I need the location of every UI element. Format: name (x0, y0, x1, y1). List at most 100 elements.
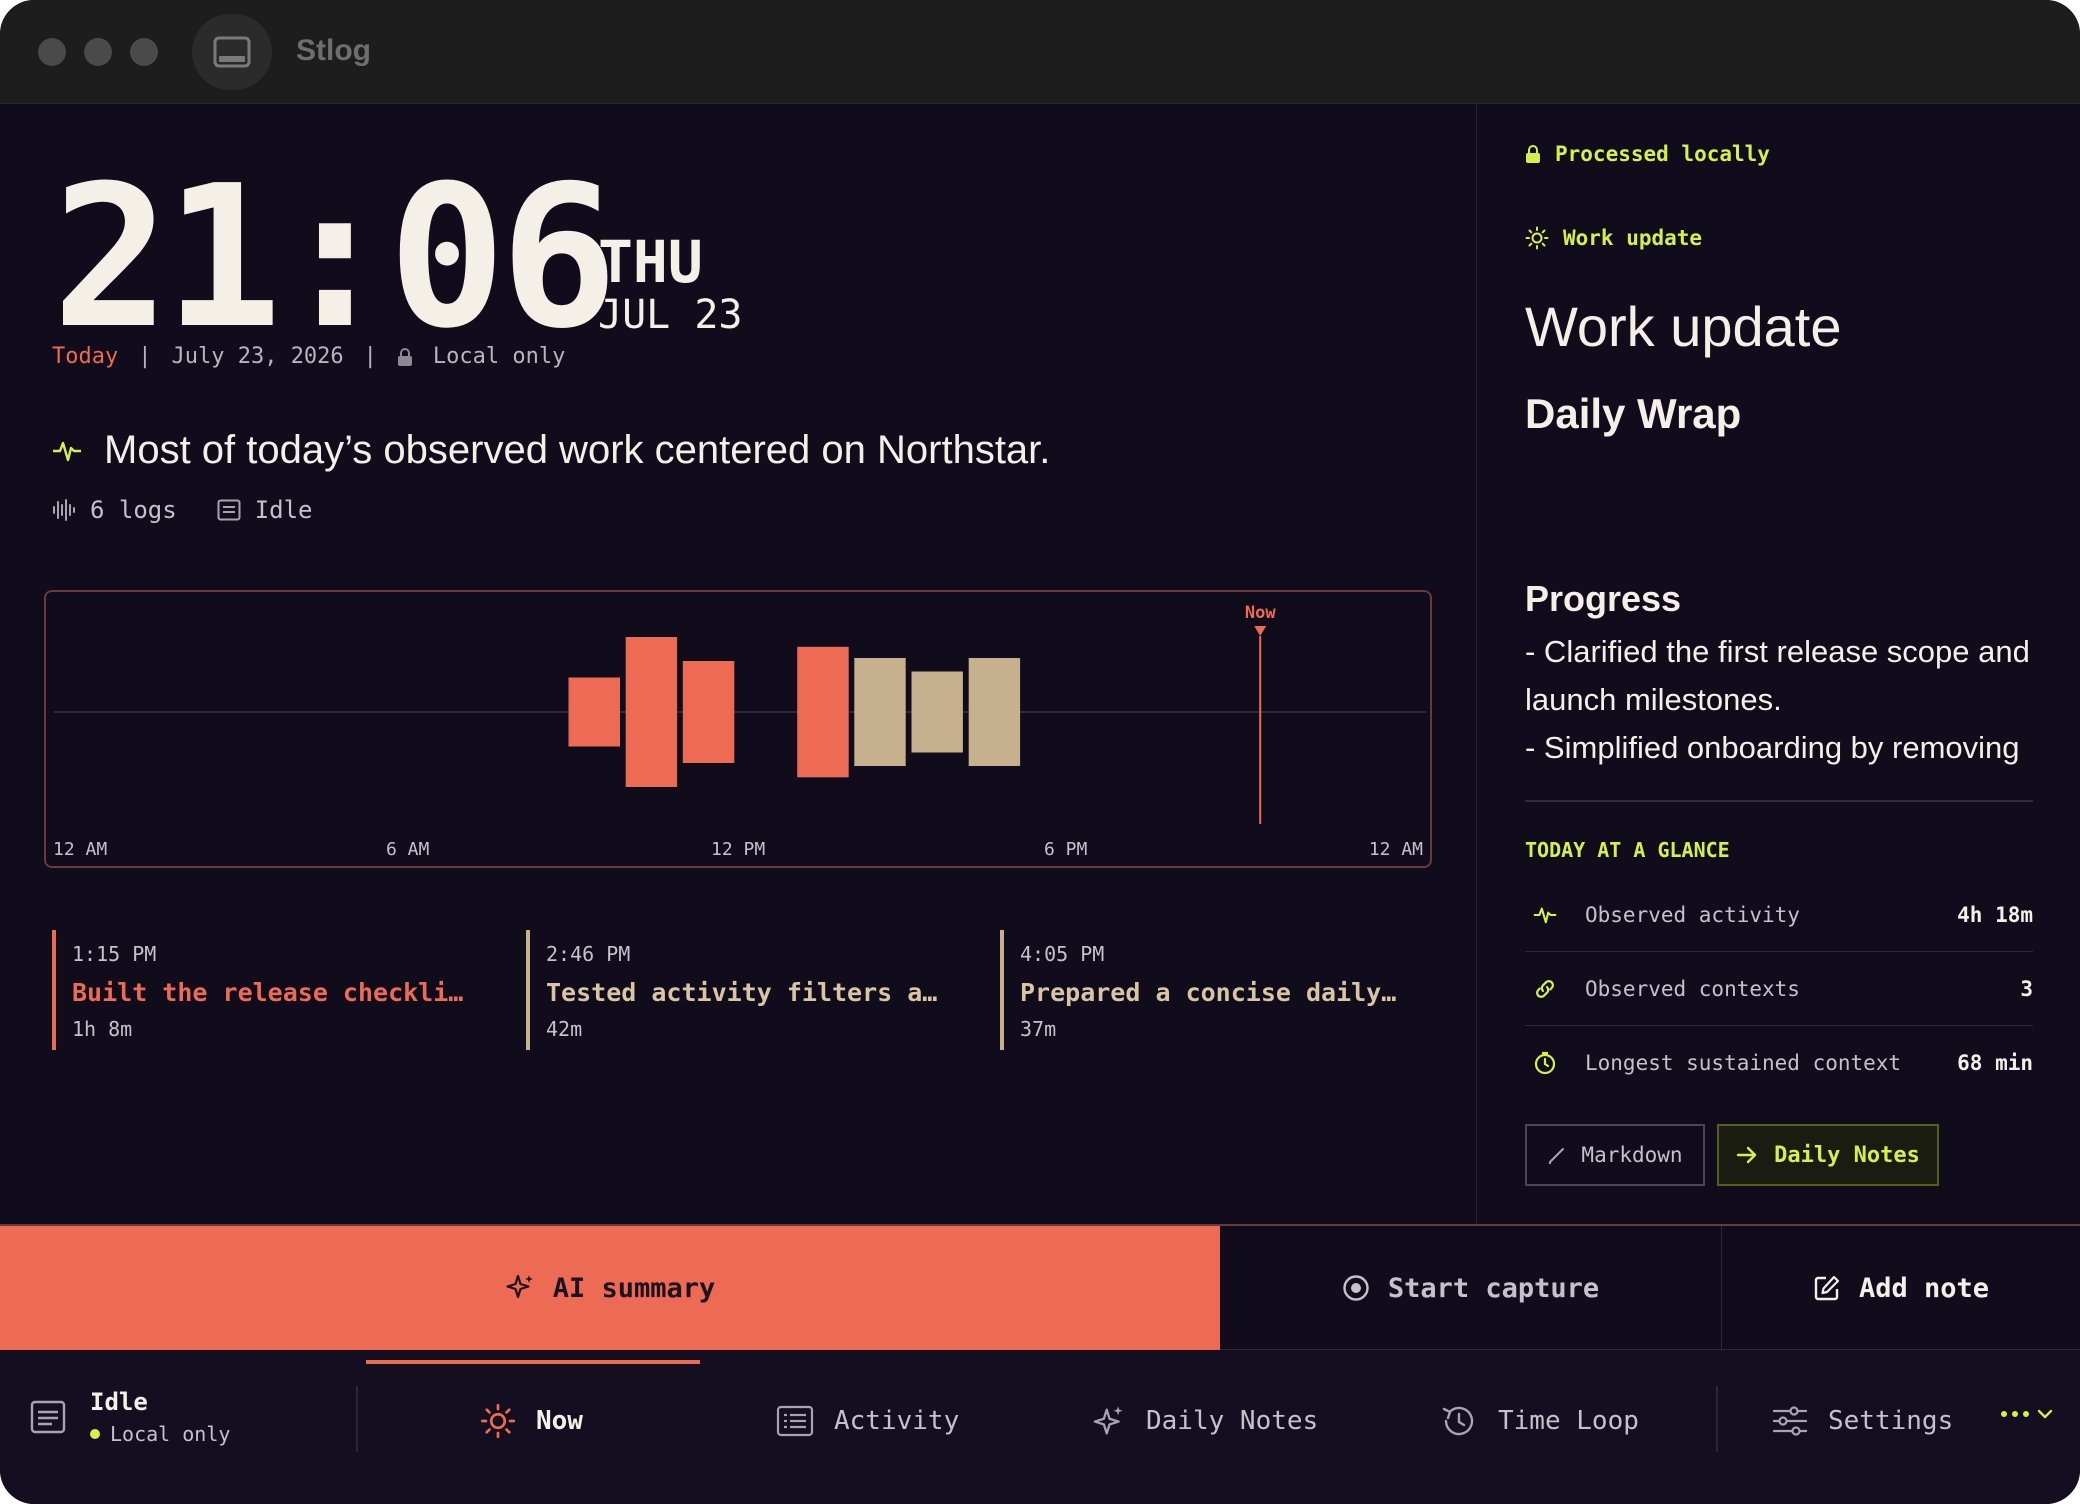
tab-daily-notes-label: Daily Notes (1146, 1406, 1319, 1436)
glance-label: Observed activity (1585, 902, 1800, 927)
daily-notes-button[interactable]: Daily Notes (1717, 1124, 1939, 1186)
entry-separator (500, 930, 520, 1050)
glance-row-observed-contexts: Observed contexts 3 (1525, 952, 2033, 1026)
tick-label: 6 AM (386, 839, 430, 860)
ai-summary-button[interactable]: AI summary (0, 1226, 1220, 1350)
logs-count: 6 logs (52, 496, 177, 524)
now-marker-label: Now (1245, 603, 1276, 623)
panel-subtitle: Daily Wrap (1525, 390, 1742, 437)
entry-duration: 1h 8m (72, 1017, 133, 1041)
lock-icon (397, 347, 412, 366)
title-bar: Stlog (0, 0, 2080, 104)
glance-value: 4h 18m (1957, 902, 2033, 927)
entry-time: 2:46 PM (546, 942, 631, 966)
activity-bar[interactable] (682, 661, 735, 763)
privacy-label: Local only (432, 344, 566, 369)
full-date: July 23, 2026 (171, 344, 344, 369)
app-title: Stlog (296, 34, 371, 67)
entry-card[interactable]: 4:05 PM Prepared a concise daily… 37m (1000, 930, 1396, 1050)
markdown-button[interactable]: Markdown (1525, 1124, 1705, 1186)
more-menu-button[interactable] (2000, 1408, 2054, 1420)
entry-separator (974, 930, 994, 1050)
date-row: Today | July 23, 2026 | Local only (52, 344, 565, 369)
entry-color-bar (52, 930, 56, 1050)
logs-count-label: 6 logs (90, 496, 177, 524)
recent-entries: 1:15 PM Built the release checkli… 1h 8m… (52, 930, 1432, 1050)
separator: | (138, 344, 152, 369)
pulse-icon (53, 441, 81, 461)
now-marker-arrow (1254, 626, 1267, 636)
log-icon (30, 1400, 66, 1434)
nav-separator (356, 1386, 358, 1452)
tab-now-label: Now (536, 1406, 583, 1436)
bottom-navigation: Idle Local only Now Activity Daily Notes… (0, 1350, 2080, 1504)
tab-activity[interactable]: Activity (776, 1396, 959, 1446)
sparkle-icon (1093, 1406, 1123, 1435)
entry-title: Tested activity filters a… (546, 978, 938, 1007)
activity-list-icon (776, 1405, 814, 1437)
activity-bar[interactable] (625, 637, 678, 787)
glance-heading: TODAY AT A GLANCE (1525, 838, 1730, 862)
activity-bar[interactable] (568, 677, 621, 747)
tick-label: 6 PM (1044, 839, 1088, 860)
sun-icon (480, 1403, 516, 1439)
pencil-icon (1549, 1148, 1565, 1164)
activity-bar[interactable] (854, 658, 906, 766)
tab-time-loop-label: Time Loop (1498, 1406, 1639, 1436)
tick-label: 12 PM (711, 839, 766, 860)
app-window: Stlog 21:06 THU JUL 23 Today | July 23, … (0, 0, 2080, 1504)
entry-duration: 37m (1020, 1017, 1057, 1041)
edit-note-icon (1814, 1275, 1840, 1301)
activity-bar[interactable] (797, 646, 849, 778)
minimize-window-button[interactable] (84, 38, 112, 66)
tick-label: 12 AM (53, 839, 108, 860)
tab-settings[interactable]: Settings (1772, 1396, 1953, 1446)
activity-bar[interactable] (968, 658, 1021, 766)
more-dots-icon (2001, 1411, 2029, 1417)
work-update-badge: Work update (1525, 226, 1702, 250)
sidebar-toggle-button[interactable] (192, 14, 272, 90)
sidebar-icon (213, 36, 251, 68)
work-update-label: Work update (1563, 226, 1703, 250)
glance-label: Longest sustained context (1585, 1051, 1902, 1075)
entry-duration: 42m (546, 1017, 583, 1041)
tab-time-loop[interactable]: Time Loop (1440, 1396, 1639, 1446)
today-label: Today (52, 344, 119, 369)
status-state: Idle (90, 1388, 148, 1416)
waveform-icon (53, 499, 75, 521)
day-of-week: THU (598, 228, 703, 296)
glance-label: Observed contexts (1585, 976, 1800, 1001)
zoom-window-button[interactable] (130, 38, 158, 66)
ai-summary-label: AI summary (552, 1272, 716, 1304)
log-icon (217, 499, 241, 521)
glance-value: 3 (2020, 976, 2033, 1001)
panel-title: Work update (1525, 295, 1842, 358)
entry-card[interactable]: 1:15 PM Built the release checkli… 1h 8m (52, 930, 463, 1050)
idle-status: Idle (217, 496, 313, 524)
tab-now[interactable]: Now (480, 1396, 583, 1446)
sun-icon (1525, 226, 1549, 250)
activity-bar[interactable] (911, 671, 963, 753)
glance-row-observed-activity: Observed activity 4h 18m (1525, 878, 2033, 952)
tick-label: 12 AM (1368, 839, 1423, 860)
progress-line: - Simplified onboarding by removing (1525, 730, 2020, 765)
entry-time: 4:05 PM (1020, 942, 1105, 966)
progress-line: launch milestones. (1525, 682, 1782, 717)
clock-time: 21:06 (52, 144, 618, 372)
entry-title: Prepared a concise daily… (1020, 978, 1397, 1007)
divider (1525, 800, 2033, 802)
lock-icon (1526, 145, 1540, 163)
pulse-icon (1533, 907, 1557, 923)
summary-panel: Processed locally Work update Work updat… (1476, 104, 2080, 1224)
meta-row: 6 logs Idle (52, 496, 335, 524)
entry-title: Built the release checkli… (72, 978, 464, 1007)
tab-activity-label: Activity (834, 1406, 960, 1436)
close-window-button[interactable] (38, 38, 66, 66)
processed-locally-label: Processed locally (1555, 142, 1770, 166)
activity-timeline-chart: Now 12 AM 6 AM 12 PM 6 PM 12 AM (44, 590, 1432, 868)
start-capture-button[interactable]: Start capture (1220, 1226, 1722, 1350)
entry-card[interactable]: 2:46 PM Tested activity filters a… 42m (526, 930, 937, 1050)
entry-color-bar (526, 930, 530, 1050)
add-note-button[interactable]: Add note (1722, 1226, 2080, 1350)
tab-daily-notes[interactable]: Daily Notes (1092, 1396, 1318, 1446)
